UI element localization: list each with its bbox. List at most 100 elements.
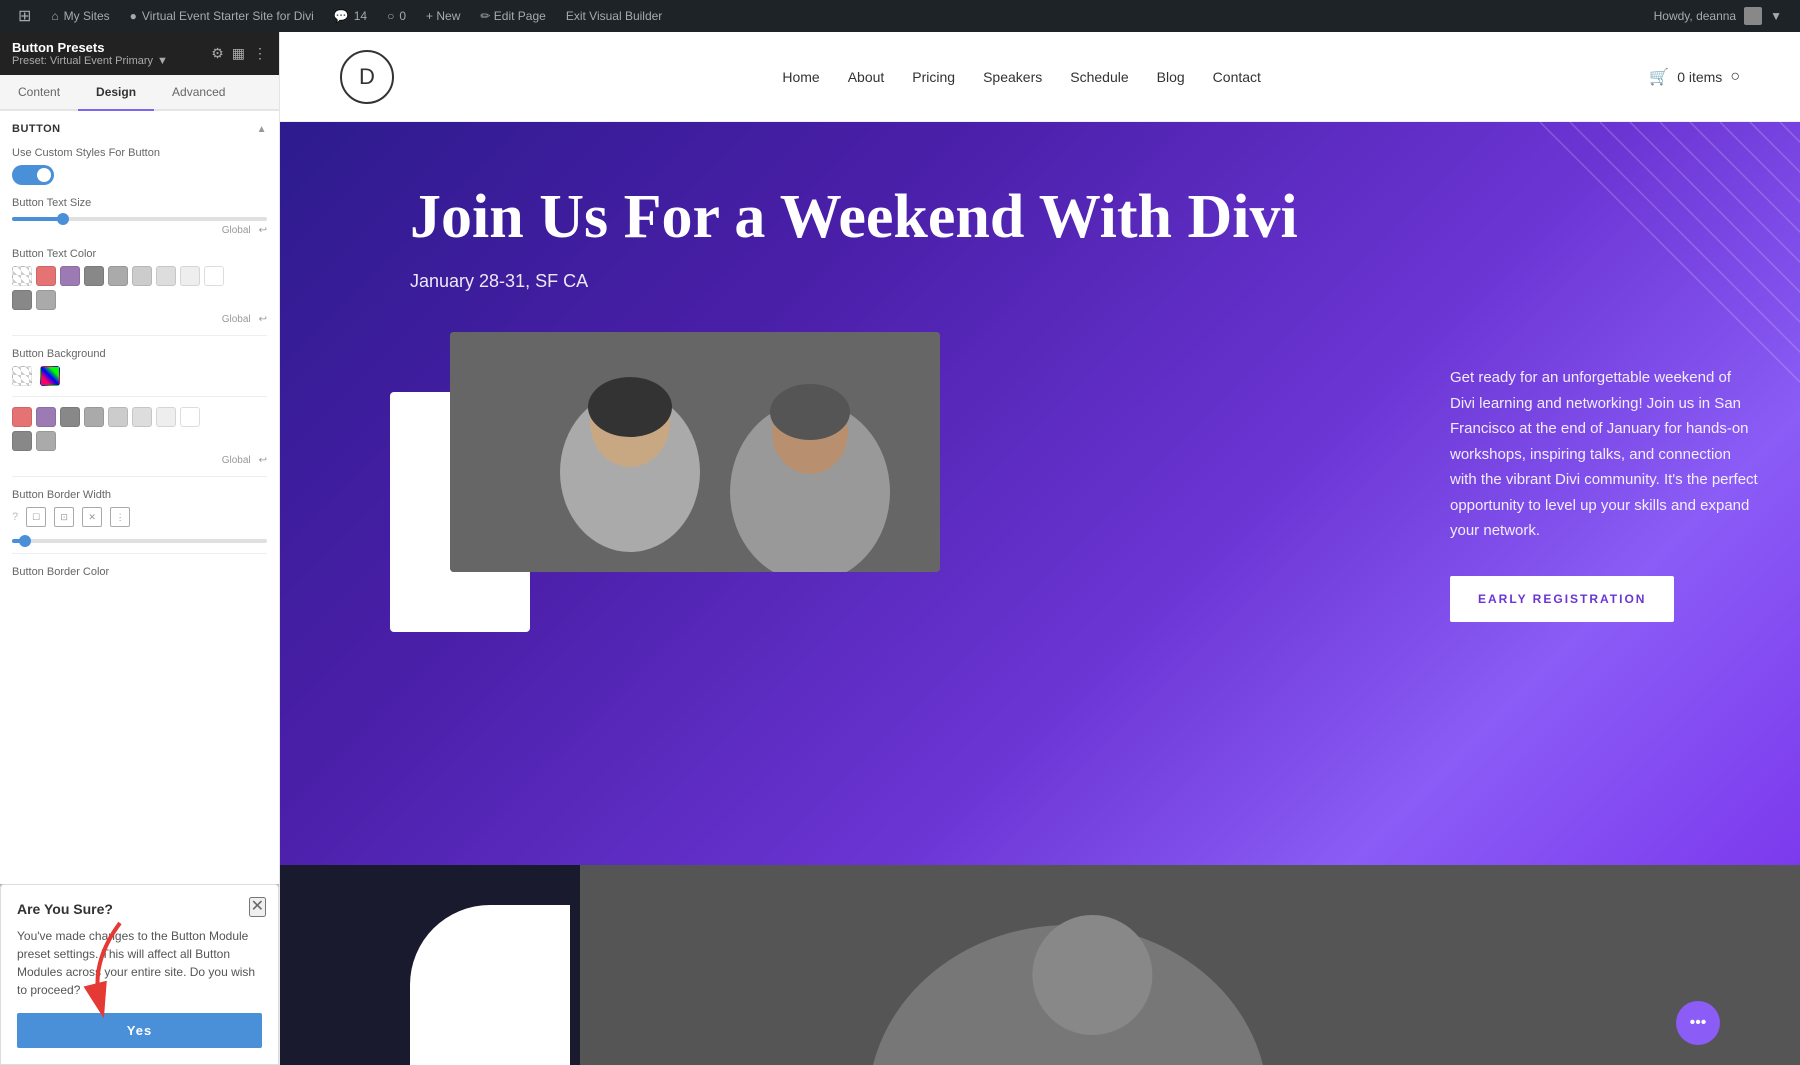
border-help-icon[interactable]: ?: [12, 511, 18, 523]
hero-left: Join Us For a Weekend With Divi January …: [280, 122, 1420, 865]
border-width-slider[interactable]: [12, 539, 267, 543]
early-registration-button[interactable]: EARLY REGISTRATION: [1450, 576, 1674, 622]
site-name-item[interactable]: ● Virtual Event Starter Site for Divi: [120, 0, 324, 32]
bg-reset-icon[interactable]: ↩: [259, 455, 267, 466]
bg-color-2[interactable]: [36, 407, 56, 427]
tab-content[interactable]: Content: [0, 75, 78, 111]
cart-count: 0 items: [1677, 69, 1722, 85]
border-more-icon[interactable]: ⋮: [110, 507, 130, 527]
tab-design[interactable]: Design: [78, 75, 154, 111]
comments-item[interactable]: 💬 14: [324, 0, 377, 32]
color-swatch-gray-d2[interactable]: [36, 290, 56, 310]
decoration-svg: [1520, 122, 1800, 402]
color-swatch-gray3[interactable]: [132, 266, 152, 286]
bg-color-extra-2[interactable]: [36, 431, 56, 451]
button-section-title: Button ▲: [12, 123, 267, 135]
bg-color-palette-extra: [12, 431, 267, 451]
bg-color-5[interactable]: [108, 407, 128, 427]
panel-more-icon[interactable]: ⋮: [253, 45, 267, 62]
color-swatch-white[interactable]: [204, 266, 224, 286]
bg-color-8[interactable]: [180, 407, 200, 427]
bottom-action-dots: •••: [1690, 1014, 1707, 1032]
my-sites-item[interactable]: ⌂ My Sites: [41, 0, 119, 32]
edit-page-item[interactable]: ✏ Edit Page: [470, 0, 555, 32]
admin-bar: ⊞ ⌂ My Sites ● Virtual Event Starter Sit…: [0, 0, 1800, 32]
search-icon[interactable]: ○: [1730, 68, 1740, 86]
border-individual-icon[interactable]: ⊡: [54, 507, 74, 527]
tab-advanced[interactable]: Advanced: [154, 75, 243, 111]
dialog-yes-button[interactable]: Yes: [17, 1013, 262, 1048]
site-cart[interactable]: 🛒 0 items ○: [1649, 67, 1740, 87]
nav-speakers[interactable]: Speakers: [983, 69, 1042, 85]
text-size-fill: [12, 217, 63, 221]
nav-contact[interactable]: Contact: [1213, 69, 1261, 85]
bottom-image-area: •••: [580, 865, 1800, 1065]
border-width-thumb[interactable]: [19, 535, 31, 547]
nav-home[interactable]: Home: [782, 69, 819, 85]
dialog-message: You've made changes to the Button Module…: [17, 927, 262, 999]
background-field-row: [12, 366, 267, 386]
color-swatch-red[interactable]: [36, 266, 56, 286]
site-menu: Home About Pricing Speakers Schedule Blo…: [782, 69, 1261, 85]
bottom-section: •••: [280, 865, 1800, 1065]
screen-options-icon[interactable]: ▼: [1770, 9, 1782, 23]
comment-bubble-item[interactable]: ○ 0: [377, 0, 416, 32]
right-content: D Home About Pricing Speakers Schedule B…: [280, 32, 1800, 1065]
bg-swatch-transparent[interactable]: [12, 366, 32, 386]
hero-date: January 28-31, SF CA: [410, 271, 1370, 292]
text-size-reset-icon[interactable]: ↩: [259, 225, 267, 236]
user-avatar[interactable]: [1744, 7, 1762, 25]
bottom-action-button[interactable]: •••: [1676, 1001, 1720, 1045]
text-size-slider[interactable]: [12, 217, 267, 221]
comment-zero: 0: [399, 9, 406, 23]
border-all-icon[interactable]: ☐: [26, 507, 46, 527]
left-panel: Button Presets Preset: Virtual Event Pri…: [0, 32, 280, 1065]
bg-color-extra-1[interactable]: [12, 431, 32, 451]
panel-header-left: Button Presets Preset: Virtual Event Pri…: [12, 40, 168, 67]
color-swatch-gray-d1[interactable]: [12, 290, 32, 310]
my-sites-label: My Sites: [64, 9, 110, 23]
bg-color-3[interactable]: [60, 407, 80, 427]
text-size-label: Button Text Size: [12, 197, 267, 209]
panel-settings-icon[interactable]: ⚙: [211, 45, 224, 62]
divider-4: [12, 553, 267, 554]
color-swatch-gray1[interactable]: [84, 266, 104, 286]
bottom-photo-svg: [580, 865, 1800, 1065]
bg-global-label: Global: [222, 455, 251, 466]
nav-about[interactable]: About: [848, 69, 885, 85]
section-chevron[interactable]: ▲: [257, 124, 267, 135]
nav-pricing[interactable]: Pricing: [912, 69, 955, 85]
new-label: + New: [426, 9, 460, 23]
exit-builder-label: Exit Visual Builder: [566, 9, 663, 23]
bottom-left-shapes: [280, 865, 580, 1065]
site-logo[interactable]: D: [340, 50, 394, 104]
panel-columns-icon[interactable]: ▦: [232, 45, 245, 62]
color-swatch-gray4[interactable]: [156, 266, 176, 286]
border-width-label: Button Border Width: [12, 489, 267, 501]
new-content-item[interactable]: + New: [416, 0, 470, 32]
color-swatch-purple-light[interactable]: [60, 266, 80, 286]
color-swatch-gray2[interactable]: [108, 266, 128, 286]
bg-swatch-open[interactable]: [40, 366, 60, 386]
confirm-dialog-overlay: Are You Sure? ✕ You've made changes to t…: [0, 884, 279, 1065]
bg-color-1[interactable]: [12, 407, 32, 427]
cart-icon: 🛒: [1649, 67, 1669, 87]
nav-schedule[interactable]: Schedule: [1070, 69, 1128, 85]
background-label: Button Background: [12, 348, 267, 360]
custom-styles-toggle[interactable]: [12, 165, 54, 185]
wp-logo-item[interactable]: ⊞: [8, 0, 41, 32]
dialog-close-button[interactable]: ✕: [249, 897, 266, 917]
exit-builder-item[interactable]: Exit Visual Builder: [556, 0, 673, 32]
color-swatch-transparent[interactable]: [12, 266, 32, 286]
comments-count: 14: [354, 9, 367, 23]
bg-color-6[interactable]: [132, 407, 152, 427]
border-reset-icon[interactable]: ✕: [82, 507, 102, 527]
color-swatch-gray5[interactable]: [180, 266, 200, 286]
bg-color-7[interactable]: [156, 407, 176, 427]
text-color-palette: [12, 266, 267, 286]
text-size-global-row: Global ↩: [12, 225, 267, 236]
text-color-reset-icon[interactable]: ↩: [259, 314, 267, 325]
text-size-thumb[interactable]: [57, 213, 69, 225]
bg-color-4[interactable]: [84, 407, 104, 427]
nav-blog[interactable]: Blog: [1157, 69, 1185, 85]
